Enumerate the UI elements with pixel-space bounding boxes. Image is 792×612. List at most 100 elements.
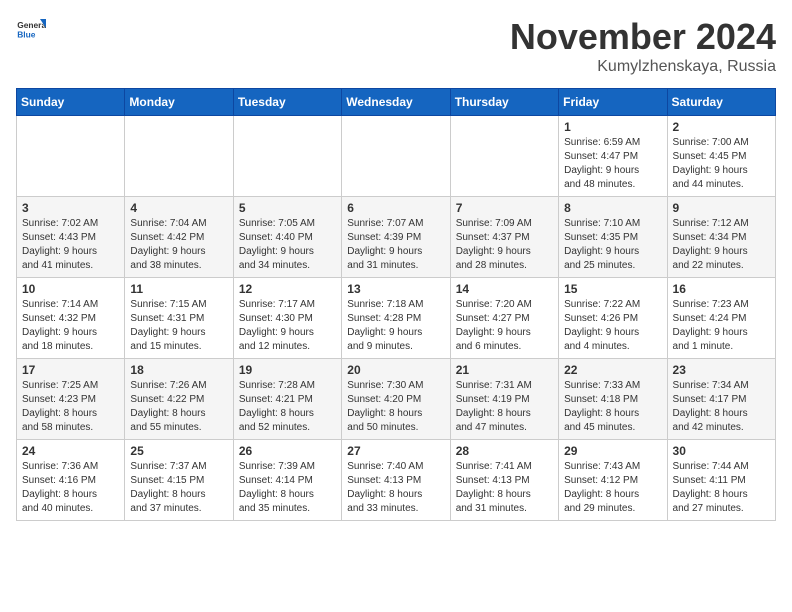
calendar-day-7: 7 Sunrise: 7:09 AM Sunset: 4:37 PM Daylig… xyxy=(450,197,558,278)
calendar-day-19: 19 Sunrise: 7:28 AM Sunset: 4:21 PM Dayli… xyxy=(233,359,341,440)
day-number: 6 xyxy=(347,201,444,215)
day-number: 3 xyxy=(22,201,119,215)
day-info: Sunrise: 7:14 AM Sunset: 4:32 PM Dayligh… xyxy=(22,298,119,354)
day-number: 1 xyxy=(564,120,661,134)
day-number: 15 xyxy=(564,282,661,296)
calendar-day-20: 20 Sunrise: 7:30 AM Sunset: 4:20 PM Dayli… xyxy=(342,359,450,440)
calendar-day-24: 24 Sunrise: 7:36 AM Sunset: 4:16 PM Dayli… xyxy=(17,440,125,521)
day-info: Sunrise: 7:22 AM Sunset: 4:26 PM Dayligh… xyxy=(564,298,661,354)
day-info: Sunrise: 7:17 AM Sunset: 4:30 PM Dayligh… xyxy=(239,298,336,354)
day-number: 8 xyxy=(564,201,661,215)
column-header-saturday: Saturday xyxy=(667,89,775,116)
day-number: 11 xyxy=(130,282,227,296)
calendar-day-4: 4 Sunrise: 7:04 AM Sunset: 4:42 PM Daylig… xyxy=(125,197,233,278)
day-number: 18 xyxy=(130,363,227,377)
day-info: Sunrise: 6:59 AM Sunset: 4:47 PM Dayligh… xyxy=(564,136,661,192)
day-info: Sunrise: 7:00 AM Sunset: 4:45 PM Dayligh… xyxy=(673,136,770,192)
day-info: Sunrise: 7:26 AM Sunset: 4:22 PM Dayligh… xyxy=(130,379,227,435)
day-number: 28 xyxy=(456,444,553,458)
calendar-day-5: 5 Sunrise: 7:05 AM Sunset: 4:40 PM Daylig… xyxy=(233,197,341,278)
day-info: Sunrise: 7:04 AM Sunset: 4:42 PM Dayligh… xyxy=(130,217,227,273)
day-number: 9 xyxy=(673,201,770,215)
day-info: Sunrise: 7:39 AM Sunset: 4:14 PM Dayligh… xyxy=(239,460,336,516)
calendar-day-28: 28 Sunrise: 7:41 AM Sunset: 4:13 PM Dayli… xyxy=(450,440,558,521)
day-number: 23 xyxy=(673,363,770,377)
day-info: Sunrise: 7:20 AM Sunset: 4:27 PM Dayligh… xyxy=(456,298,553,354)
day-number: 25 xyxy=(130,444,227,458)
day-number: 26 xyxy=(239,444,336,458)
calendar-day-3: 3Sunrise: 7:02 AM Sunset: 4:43 PM Daylig… xyxy=(17,197,125,278)
calendar-day-23: 23 Sunrise: 7:34 AM Sunset: 4:17 PM Dayli… xyxy=(667,359,775,440)
calendar-week-2: 3Sunrise: 7:02 AM Sunset: 4:43 PM Daylig… xyxy=(17,197,776,278)
calendar-day-13: 13 Sunrise: 7:18 AM Sunset: 4:28 PM Dayli… xyxy=(342,278,450,359)
calendar-day-9: 9 Sunrise: 7:12 AM Sunset: 4:34 PM Daylig… xyxy=(667,197,775,278)
day-info: Sunrise: 7:43 AM Sunset: 4:12 PM Dayligh… xyxy=(564,460,661,516)
column-header-tuesday: Tuesday xyxy=(233,89,341,116)
day-number: 22 xyxy=(564,363,661,377)
calendar-day-30: 30 Sunrise: 7:44 AM Sunset: 4:11 PM Dayli… xyxy=(667,440,775,521)
day-number: 7 xyxy=(456,201,553,215)
day-info: Sunrise: 7:44 AM Sunset: 4:11 PM Dayligh… xyxy=(673,460,770,516)
column-header-sunday: Sunday xyxy=(17,89,125,116)
calendar-day-18: 18 Sunrise: 7:26 AM Sunset: 4:22 PM Dayli… xyxy=(125,359,233,440)
calendar-week-3: 10 Sunrise: 7:14 AM Sunset: 4:32 PM Dayli… xyxy=(17,278,776,359)
calendar-day-29: 29Sunrise: 7:43 AM Sunset: 4:12 PM Dayli… xyxy=(559,440,667,521)
day-info: Sunrise: 7:07 AM Sunset: 4:39 PM Dayligh… xyxy=(347,217,444,273)
calendar-week-5: 24 Sunrise: 7:36 AM Sunset: 4:16 PM Dayli… xyxy=(17,440,776,521)
day-info: Sunrise: 7:30 AM Sunset: 4:20 PM Dayligh… xyxy=(347,379,444,435)
calendar-week-1: 1 Sunrise: 6:59 AM Sunset: 4:47 PM Daylig… xyxy=(17,116,776,197)
day-number: 16 xyxy=(673,282,770,296)
location-title: Kumylzhenskaya, Russia xyxy=(510,58,776,76)
day-info: Sunrise: 7:36 AM Sunset: 4:16 PM Dayligh… xyxy=(22,460,119,516)
day-info: Sunrise: 7:40 AM Sunset: 4:13 PM Dayligh… xyxy=(347,460,444,516)
day-number: 17 xyxy=(22,363,119,377)
day-number: 12 xyxy=(239,282,336,296)
column-header-thursday: Thursday xyxy=(450,89,558,116)
empty-cell xyxy=(125,116,233,197)
day-number: 27 xyxy=(347,444,444,458)
calendar-day-8: 8 Sunrise: 7:10 AM Sunset: 4:35 PM Daylig… xyxy=(559,197,667,278)
logo: General Blue xyxy=(16,16,46,46)
calendar-day-11: 11 Sunrise: 7:15 AM Sunset: 4:31 PM Dayli… xyxy=(125,278,233,359)
calendar-table: SundayMondayTuesdayWednesdayThursdayFrid… xyxy=(16,88,776,521)
logo-icon: General Blue xyxy=(16,16,46,46)
calendar-day-15: 15 Sunrise: 7:22 AM Sunset: 4:26 PM Dayli… xyxy=(559,278,667,359)
header: General Blue November 2024 Kumylzhenskay… xyxy=(16,16,776,76)
empty-cell xyxy=(233,116,341,197)
day-info: Sunrise: 7:15 AM Sunset: 4:31 PM Dayligh… xyxy=(130,298,227,354)
day-number: 13 xyxy=(347,282,444,296)
day-info: Sunrise: 7:34 AM Sunset: 4:17 PM Dayligh… xyxy=(673,379,770,435)
calendar-day-21: 21Sunrise: 7:31 AM Sunset: 4:19 PM Dayli… xyxy=(450,359,558,440)
day-number: 19 xyxy=(239,363,336,377)
svg-text:Blue: Blue xyxy=(17,30,36,40)
day-info: Sunrise: 7:41 AM Sunset: 4:13 PM Dayligh… xyxy=(456,460,553,516)
day-info: Sunrise: 7:10 AM Sunset: 4:35 PM Dayligh… xyxy=(564,217,661,273)
day-number: 4 xyxy=(130,201,227,215)
calendar-day-1: 1 Sunrise: 6:59 AM Sunset: 4:47 PM Daylig… xyxy=(559,116,667,197)
calendar-day-27: 27 Sunrise: 7:40 AM Sunset: 4:13 PM Dayli… xyxy=(342,440,450,521)
calendar-day-6: 6 Sunrise: 7:07 AM Sunset: 4:39 PM Daylig… xyxy=(342,197,450,278)
calendar-day-16: 16Sunrise: 7:23 AM Sunset: 4:24 PM Dayli… xyxy=(667,278,775,359)
empty-cell xyxy=(450,116,558,197)
day-info: Sunrise: 7:05 AM Sunset: 4:40 PM Dayligh… xyxy=(239,217,336,273)
day-number: 24 xyxy=(22,444,119,458)
day-info: Sunrise: 7:12 AM Sunset: 4:34 PM Dayligh… xyxy=(673,217,770,273)
day-info: Sunrise: 7:09 AM Sunset: 4:37 PM Dayligh… xyxy=(456,217,553,273)
day-info: Sunrise: 7:18 AM Sunset: 4:28 PM Dayligh… xyxy=(347,298,444,354)
day-number: 5 xyxy=(239,201,336,215)
day-number: 10 xyxy=(22,282,119,296)
calendar-day-25: 25Sunrise: 7:37 AM Sunset: 4:15 PM Dayli… xyxy=(125,440,233,521)
day-number: 30 xyxy=(673,444,770,458)
calendar-day-12: 12 Sunrise: 7:17 AM Sunset: 4:30 PM Dayli… xyxy=(233,278,341,359)
calendar-day-10: 10 Sunrise: 7:14 AM Sunset: 4:32 PM Dayli… xyxy=(17,278,125,359)
title-section: November 2024 Kumylzhenskaya, Russia xyxy=(510,16,776,76)
column-header-wednesday: Wednesday xyxy=(342,89,450,116)
month-title: November 2024 xyxy=(510,16,776,58)
calendar-header-row: SundayMondayTuesdayWednesdayThursdayFrid… xyxy=(17,89,776,116)
calendar-week-4: 17 Sunrise: 7:25 AM Sunset: 4:23 PM Dayli… xyxy=(17,359,776,440)
day-number: 20 xyxy=(347,363,444,377)
column-header-monday: Monday xyxy=(125,89,233,116)
day-info: Sunrise: 7:28 AM Sunset: 4:21 PM Dayligh… xyxy=(239,379,336,435)
day-info: Sunrise: 7:33 AM Sunset: 4:18 PM Dayligh… xyxy=(564,379,661,435)
day-info: Sunrise: 7:25 AM Sunset: 4:23 PM Dayligh… xyxy=(22,379,119,435)
